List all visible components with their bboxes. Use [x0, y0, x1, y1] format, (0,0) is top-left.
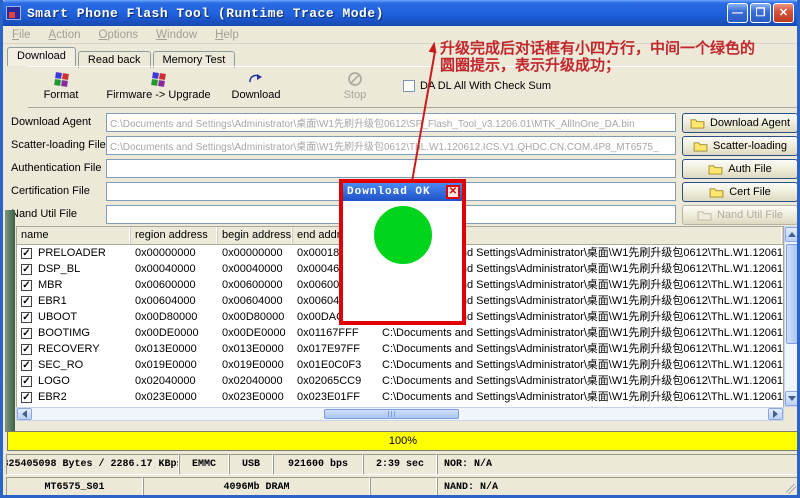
- checkbox-checked-icon[interactable]: [21, 376, 32, 387]
- download-button[interactable]: Download: [226, 70, 286, 106]
- download-agent-browse-button[interactable]: Download Agent: [682, 113, 798, 133]
- folder-icon: [709, 187, 724, 198]
- scatter-input[interactable]: [106, 136, 676, 155]
- app-window: Smart Phone Flash Tool (Runtime Trace Mo…: [0, 0, 800, 498]
- file-row-auth: Authentication File Auth File: [3, 159, 800, 180]
- scroll-right-icon[interactable]: [768, 408, 783, 420]
- success-circle-icon: [374, 206, 432, 264]
- progress-bar: 100%: [7, 431, 799, 451]
- folder-icon: [708, 164, 723, 175]
- da-dl-checkbox-row[interactable]: DA DL All With Check Sum: [403, 80, 551, 92]
- scatter-browse-button[interactable]: Scatter-loading: [682, 136, 798, 156]
- col-name[interactable]: name: [17, 227, 131, 244]
- annotation-line2: 圆圈提示，表示升级成功；: [440, 57, 798, 74]
- status-dram: 4096Mb DRAM: [143, 477, 370, 498]
- table-row[interactable]: EBR2 0x023E0000 0x023E0000 0x023E01FF C:…: [17, 389, 783, 405]
- annotation-text: 升级完成后对话框有小四方行，中间一个绿色的 圆圈提示，表示升级成功；: [440, 40, 798, 74]
- minimize-icon[interactable]: —: [727, 3, 748, 23]
- dialog-titlebar[interactable]: Download OK ✕: [343, 183, 462, 201]
- status-storage-type: EMMC: [179, 454, 229, 475]
- menu-action[interactable]: Action: [40, 27, 90, 43]
- status-empty-cell: [370, 477, 437, 498]
- scatter-label: Scatter-loading File: [11, 139, 106, 151]
- col-begin[interactable]: begin address: [218, 227, 293, 244]
- horizontal-scrollbar[interactable]: [16, 407, 784, 421]
- checkbox-checked-icon[interactable]: [21, 280, 32, 291]
- cert-browse-button[interactable]: Cert File: [682, 182, 798, 202]
- tab-download[interactable]: Download: [7, 47, 76, 66]
- format-icon: [54, 72, 69, 87]
- file-row-scatter: Scatter-loading File Scatter-loading: [3, 136, 800, 157]
- checkbox-checked-icon[interactable]: [21, 264, 32, 275]
- close-icon[interactable]: ✕: [773, 3, 794, 23]
- maximize-icon[interactable]: ❐: [750, 3, 771, 23]
- status-interface: USB: [229, 454, 273, 475]
- nand-label: Nand Util File: [11, 208, 106, 220]
- status-bytes: 325405098 Bytes / 2286.17 KBps: [6, 454, 179, 475]
- checkbox-checked-icon[interactable]: [21, 312, 32, 323]
- table-row[interactable]: RECOVERY 0x013E0000 0x013E0000 0x017E97F…: [17, 341, 783, 357]
- dialog-title: Download OK: [347, 186, 446, 198]
- folder-icon: [697, 210, 712, 221]
- scroll-up-icon[interactable]: [785, 227, 799, 242]
- table-row[interactable]: LOGO 0x02040000 0x02040000 0x02065CC9 C:…: [17, 373, 783, 389]
- col-region[interactable]: region address: [131, 227, 218, 244]
- cert-label: Certification File: [11, 185, 106, 197]
- status-nor: NOR: N/A: [437, 454, 800, 475]
- scroll-down-icon[interactable]: [785, 391, 799, 406]
- menu-window[interactable]: Window: [147, 27, 206, 43]
- status-elapsed-time: 2:39 sec: [363, 454, 437, 475]
- table-row[interactable]: BOOTIMG 0x00DE0000 0x00DE0000 0x01167FFF…: [17, 325, 783, 341]
- download-agent-label: Download Agent: [11, 116, 106, 128]
- da-dl-checkbox-label: DA DL All With Check Sum: [420, 80, 551, 92]
- titlebar[interactable]: Smart Phone Flash Tool (Runtime Trace Mo…: [0, 0, 800, 26]
- folder-icon: [690, 118, 705, 129]
- annotation-line1: 升级完成后对话框有小四方行，中间一个绿色的: [440, 40, 798, 57]
- checkbox-checked-icon[interactable]: [21, 248, 32, 259]
- vertical-scrollbar[interactable]: [784, 226, 800, 407]
- status-baud-rate: 921600 bps: [273, 454, 363, 475]
- format-button[interactable]: Format: [31, 70, 91, 106]
- menu-file[interactable]: File: [3, 27, 40, 43]
- firmware-upgrade-icon: [151, 72, 166, 87]
- nand-browse-button: Nand Util File: [682, 205, 798, 225]
- checkbox-checked-icon[interactable]: [21, 296, 32, 307]
- auth-browse-button[interactable]: Auth File: [682, 159, 798, 179]
- checkbox-checked-icon[interactable]: [21, 360, 32, 371]
- menu-help[interactable]: Help: [206, 27, 248, 43]
- da-dl-checkbox[interactable]: [403, 80, 415, 92]
- window-title: Smart Phone Flash Tool (Runtime Trace Mo…: [27, 6, 384, 21]
- status-nand: NAND: N/A: [437, 477, 800, 498]
- file-row-download-agent: Download Agent Download Agent: [3, 113, 800, 134]
- auth-label: Authentication File: [11, 162, 106, 174]
- download-agent-input[interactable]: [106, 113, 676, 132]
- horizontal-scroll-thumb[interactable]: [324, 409, 459, 419]
- resize-grip[interactable]: [786, 484, 796, 494]
- auth-input[interactable]: [106, 159, 676, 178]
- firmware-upgrade-button[interactable]: Firmware -> Upgrade: [101, 70, 216, 106]
- annotation-arrow-head: [429, 41, 439, 53]
- vertical-scroll-thumb[interactable]: [786, 244, 798, 344]
- folder-icon: [693, 141, 708, 152]
- download-icon: [226, 70, 286, 88]
- scroll-left-icon[interactable]: [17, 408, 32, 420]
- menu-options[interactable]: Options: [90, 27, 148, 43]
- checkbox-checked-icon[interactable]: [21, 328, 32, 339]
- checkbox-checked-icon[interactable]: [21, 344, 32, 355]
- progress-percent: 100%: [389, 435, 417, 447]
- checkbox-checked-icon[interactable]: [21, 392, 32, 403]
- app-icon: [6, 6, 21, 20]
- download-ok-dialog: Download OK ✕: [339, 179, 466, 325]
- dialog-close-icon[interactable]: ✕: [446, 185, 460, 199]
- tab-bar: Download Read back Memory Test: [7, 47, 237, 66]
- stop-button: Stop: [325, 70, 385, 106]
- status-chip: MT6575_S01: [6, 477, 143, 498]
- stop-icon: [325, 70, 385, 88]
- desktop-strip: [5, 210, 15, 432]
- table-row[interactable]: SEC_RO 0x019E0000 0x019E0000 0x01E0C0F3 …: [17, 357, 783, 373]
